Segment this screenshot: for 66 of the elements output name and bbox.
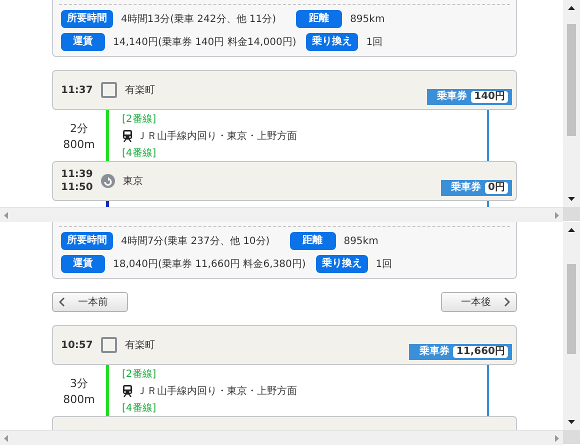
fare-line xyxy=(487,365,489,416)
scroll-up-icon[interactable] xyxy=(568,6,575,10)
horizontal-scrollbar[interactable] xyxy=(0,207,563,222)
train-icon xyxy=(122,384,133,396)
distance-value: 895km xyxy=(350,14,385,24)
scrollbar-thumb[interactable] xyxy=(567,264,576,354)
checkbox-square-icon xyxy=(101,337,117,353)
scroll-down-icon[interactable] xyxy=(568,197,575,201)
scrollbar-corner xyxy=(563,207,580,221)
train-icon xyxy=(122,130,133,142)
time-text: 10:57 xyxy=(61,338,94,352)
scroll-left-icon[interactable] xyxy=(4,212,8,218)
scroll-up-icon[interactable] xyxy=(568,228,575,232)
distance-value: 895km xyxy=(344,236,378,246)
station-name: 有楽町 xyxy=(125,339,155,352)
scroll-right-icon[interactable] xyxy=(555,212,559,218)
ticket-amount: 140円 xyxy=(471,91,508,103)
previous-button[interactable]: 一本前 xyxy=(52,292,128,312)
station-name: 東京 xyxy=(123,174,143,188)
time-text: 11:50 xyxy=(61,181,94,194)
chevron-left-icon xyxy=(59,297,65,307)
time-text: 11:37 xyxy=(61,84,94,96)
next-button[interactable]: 一本後 xyxy=(441,292,517,312)
ticket-label: 乗車券 xyxy=(451,182,482,194)
scroll-down-icon[interactable] xyxy=(568,420,575,424)
transfer-value: 1回 xyxy=(366,36,383,49)
duration-text: 2分 xyxy=(70,120,88,136)
platform-text: [4番線] xyxy=(122,402,156,414)
distance-label: 距離 xyxy=(290,232,336,250)
transfer-label: 乗り換え xyxy=(316,255,368,273)
fare-label: 運賃 xyxy=(61,255,105,273)
checkbox-square-icon xyxy=(101,82,117,98)
ticket-amount: 0円 xyxy=(485,182,508,194)
vertical-scrollbar[interactable] xyxy=(563,0,580,207)
ticket-label: 乗車券 xyxy=(437,91,468,103)
distance-text: 800m xyxy=(63,138,95,150)
scroll-right-icon[interactable] xyxy=(555,434,559,442)
scroll-left-icon[interactable] xyxy=(4,434,8,442)
scrollbar-corner xyxy=(563,430,580,444)
distance-label: 距離 xyxy=(296,10,342,28)
ticket-amount: 11,660円 xyxy=(453,346,508,358)
station-name: 有楽町 xyxy=(125,84,155,97)
ticket-label: 乗車券 xyxy=(419,346,450,358)
horizontal-scrollbar[interactable] xyxy=(0,430,563,445)
distance-text: 800m xyxy=(63,392,95,406)
time-text: 11:39 xyxy=(61,168,94,181)
transfer-value: 1回 xyxy=(376,258,392,271)
duration-value: 4時間13分(乗車 242分、他 11分) xyxy=(121,12,276,26)
fare-line xyxy=(487,110,489,161)
vertical-scrollbar[interactable] xyxy=(563,222,580,430)
platform-text: [4番線] xyxy=(122,146,156,160)
fare-value: 14,140円(乗車券 140円 料金14,000円) xyxy=(113,36,296,49)
duration-text: 3分 xyxy=(70,376,88,390)
duration-label: 所要時間 xyxy=(61,10,113,28)
platform-text: [2番線] xyxy=(122,112,156,126)
transfer-circle-icon xyxy=(101,174,115,188)
transfer-label: 乗り換え xyxy=(306,33,358,51)
line-name: ＪＲ山手線内回り・東京・上野方面 xyxy=(137,130,297,142)
duration-label: 所要時間 xyxy=(61,232,113,250)
platform-text: [2番線] xyxy=(122,368,156,380)
fare-label: 運賃 xyxy=(61,33,105,51)
scrollbar-thumb[interactable] xyxy=(567,24,576,136)
fare-value: 18,040円(乗車券 11,660円 料金6,380円) xyxy=(113,258,306,271)
chevron-right-icon xyxy=(504,297,510,307)
line-name: ＪＲ山手線内回り・東京・上野方面 xyxy=(137,384,297,398)
duration-value: 4時間7分(乗車 237分、他 10分) xyxy=(121,234,270,248)
